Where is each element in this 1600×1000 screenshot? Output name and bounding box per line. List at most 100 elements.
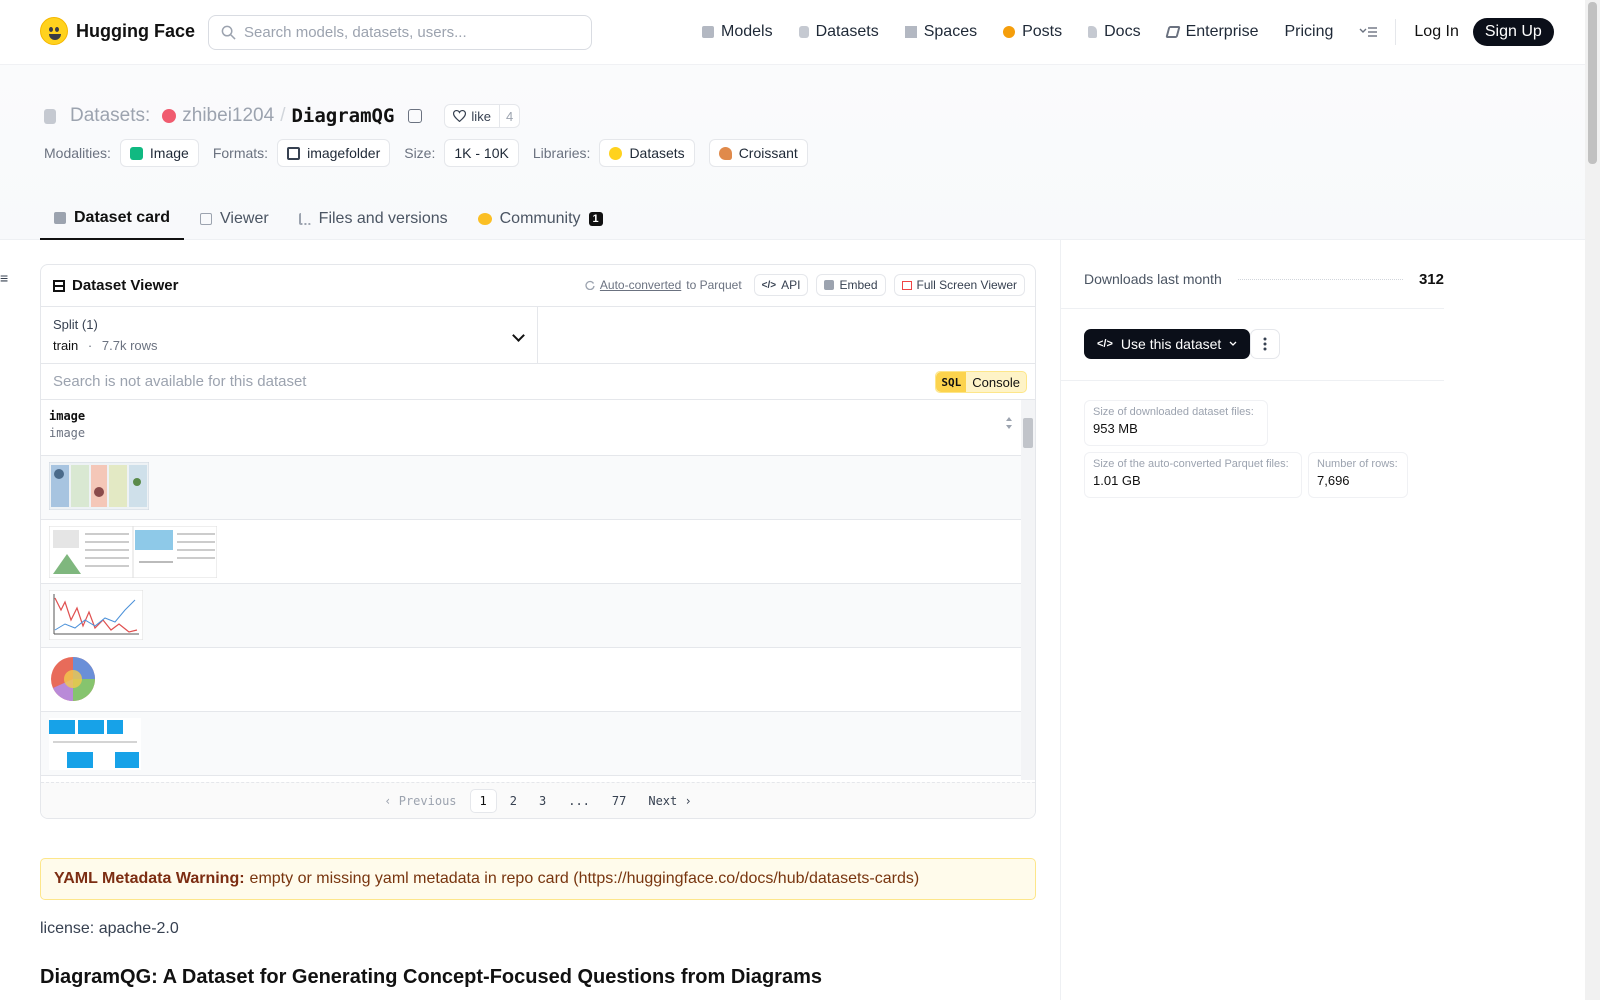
spaces-icon [904,26,917,38]
size-chip[interactable]: 1K - 10K [444,139,519,167]
viewer-search-input[interactable] [53,373,753,390]
chevron-down-icon [1229,341,1237,346]
nav-spaces-label: Spaces [923,23,978,40]
global-search[interactable] [208,15,592,50]
nav-pricing[interactable]: Pricing [1284,23,1333,41]
size-label: Size: [404,145,436,161]
sort-icon[interactable] [1005,416,1013,430]
table-row[interactable] [41,520,1023,584]
page-button-1[interactable]: 1 [469,788,497,813]
search-input[interactable] [244,24,574,41]
list-icon [298,212,311,225]
stat-value: 1.01 GB [1093,473,1141,488]
nav-separator [1395,19,1397,45]
tab-dataset-card[interactable]: Dataset card [40,197,185,240]
signup-button[interactable]: Sign Up [1472,18,1554,46]
column-header-image[interactable]: image image [41,400,1023,456]
repo-owner[interactable]: zhibei1204 [182,105,274,127]
brand-logo[interactable]: Hugging Face [40,17,195,45]
image-icon [129,146,143,160]
page-button-3[interactable]: 3 [530,790,555,812]
table-row[interactable] [41,648,1023,712]
sidebar-divider [1060,240,1061,1000]
tab-community[interactable]: Community 1 [464,197,617,240]
table-row[interactable] [41,584,1023,648]
viewer-scrollbar[interactable] [1021,400,1035,780]
copy-icon[interactable] [408,109,423,123]
use-this-dataset-button[interactable]: </> Use this dataset [1084,329,1251,359]
warning-text: empty or missing yaml metadata in repo c… [249,870,579,887]
api-button[interactable]: </> API [753,274,809,296]
repo-title: Datasets: zhibei1204 / DiagramQG like 4 [44,103,521,129]
format-chip[interactable]: imagefolder [277,139,391,167]
tab-community-label: Community [499,209,581,227]
row-thumbnail-image[interactable] [48,461,150,511]
repo-kind[interactable]: Datasets: [70,105,150,127]
nav-posts[interactable]: Posts [1003,23,1062,41]
code-icon: </> [1097,338,1113,350]
nav-docs[interactable]: Docs [1088,23,1141,41]
heart-icon [453,110,467,122]
next-label: Next [648,793,678,808]
page-button-2[interactable]: 2 [501,790,526,812]
row-thumbnail-image[interactable] [48,589,144,641]
login-link[interactable]: Log In [1414,23,1458,41]
fullscreen-icon [901,280,912,290]
nav-models[interactable]: Models [702,23,773,41]
community-count-badge: 1 [588,211,603,226]
library-chip-datasets[interactable]: Datasets [599,139,695,167]
datasets-cards-link[interactable]: https://huggingface.co/docs/hub/datasets… [579,870,914,888]
row-thumbnail-image[interactable] [49,654,97,704]
repo-name[interactable]: DiagramQG [291,105,394,127]
split-dropdown[interactable]: Split (1) train · 7.7k rows [41,307,538,363]
more-options-button[interactable] [1250,329,1280,359]
sql-console-button[interactable]: SQL Console [935,371,1027,393]
like-button[interactable]: like 4 [444,104,521,128]
warning-title: YAML Metadata Warning: [54,870,245,887]
next-page-button[interactable]: Next › [639,790,700,812]
page-scrollbar-thumb[interactable] [1588,2,1597,164]
row-thumbnail-image[interactable] [48,525,218,579]
tab-viewer[interactable]: Viewer [186,197,283,240]
repo-slash: / [280,105,286,126]
previous-page-button[interactable]: ‹ Previous [375,790,465,812]
tab-files-and-versions[interactable]: Files and versions [285,197,462,240]
table-row[interactable] [41,712,1023,776]
yaml-metadata-warning: YAML Metadata Warning: empty or missing … [40,858,1036,900]
nav-docs-label: Docs [1104,23,1141,40]
split-name: train [53,338,79,353]
nav-datasets[interactable]: Datasets [798,23,879,41]
embed-button[interactable]: Embed [816,274,886,296]
brand-name: Hugging Face [76,20,196,41]
full-screen-viewer-button[interactable]: Full Screen Viewer [893,274,1025,296]
page-scrollbar[interactable] [1585,0,1600,1000]
auto-converted-link[interactable]: Auto-converted [600,278,681,292]
nav-enterprise[interactable]: Enterprise [1164,23,1258,41]
table-row[interactable] [41,456,1023,520]
nav-pricing-label: Pricing [1284,23,1334,40]
stat-label: Number of rows: [1317,458,1398,470]
nav-more-menu[interactable] [1359,26,1378,38]
page-button-77[interactable]: 77 [603,790,635,812]
nav-spaces[interactable]: Spaces [904,23,978,41]
kebab-menu-icon [1263,337,1267,351]
viewer-header: Dataset Viewer Auto-converted to Parquet … [41,265,1035,307]
row-thumbnail-image[interactable] [49,718,141,770]
stat-value: 7,696 [1317,473,1350,488]
library-chip-croissant[interactable]: Croissant [708,139,808,167]
library-datasets-label: Datasets [629,145,685,161]
modality-chip[interactable]: Image [119,139,199,167]
library-croissant-label: Croissant [738,145,798,161]
top-navigation: Hugging Face Models Datasets Spaces Post… [0,0,1585,65]
downloads-sparkline [1237,278,1403,280]
code-icon: </> [761,279,777,291]
downloads-label: Downloads last month [1084,271,1222,287]
search-icon [221,25,236,40]
viewer-scrollbar-thumb[interactable] [1023,418,1033,448]
sidebar-toggle-icon[interactable]: ≡ [0,270,10,286]
stat-download-size: Size of downloaded dataset files: 953 MB [1084,400,1268,446]
auto-converted-note: Auto-converted to Parquet [585,278,742,292]
menu-icon [1359,27,1378,37]
repo-tabs: Dataset card Viewer Files and versions C… [40,197,619,240]
user-avatar [162,109,177,123]
